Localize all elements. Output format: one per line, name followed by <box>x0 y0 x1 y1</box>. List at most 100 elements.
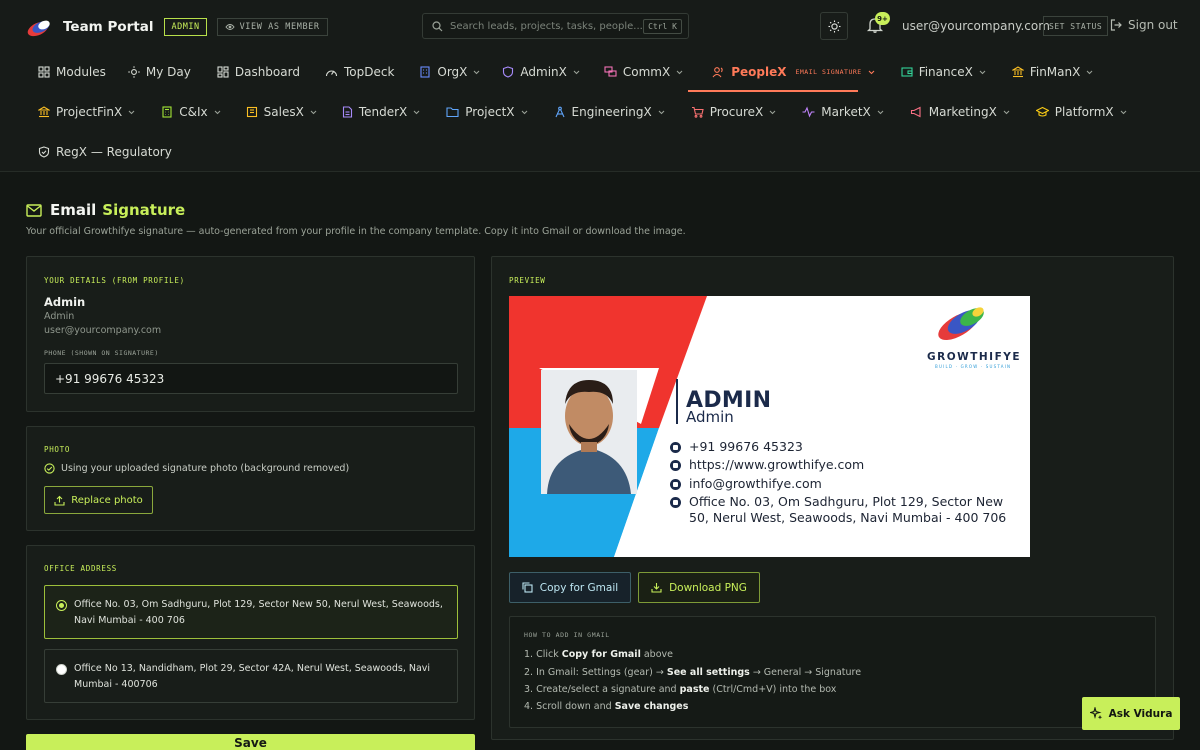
bank-icon <box>38 106 50 118</box>
nav-item-engineeringx[interactable]: EngineeringX <box>554 101 665 123</box>
copy-for-gmail-button[interactable]: Copy for Gmail <box>509 572 631 603</box>
address-option-text: Office No 13, Nandidham, Plot 29, Sector… <box>74 663 431 690</box>
phone-label: PHONE (SHOWN ON SIGNATURE) <box>44 349 159 357</box>
nav-item-label: EngineeringX <box>571 105 652 119</box>
ask-vidura-button[interactable]: Ask Vidura <box>1082 697 1180 730</box>
compass-icon <box>555 106 565 118</box>
cart-icon <box>691 106 704 118</box>
view-as-member-button[interactable]: VIEW AS MEMBER <box>216 18 328 36</box>
nav-item-label: SalesX <box>263 105 304 119</box>
step-text: → General → Signature <box>749 667 862 678</box>
nav-item-label: PlatformX <box>1054 105 1114 119</box>
address-option[interactable]: Office No 13, Nandidham, Plot 29, Sector… <box>44 649 458 703</box>
nav-item-dashboard[interactable]: Dashboard <box>217 61 300 83</box>
step-text: 2. In Gmail: Settings (gear) → <box>524 667 667 678</box>
chevron-down-icon <box>877 110 884 114</box>
nav-item-my-day[interactable]: My Day <box>128 61 191 83</box>
logout-icon <box>1110 19 1122 31</box>
mail-icon <box>26 203 42 217</box>
nav-item-topdeck[interactable]: TopDeck <box>325 61 394 83</box>
chevron-down-icon <box>1003 110 1010 114</box>
nav-item-finmanx[interactable]: FinManX <box>1011 61 1094 83</box>
nav-item-tenderx[interactable]: TenderX <box>342 101 420 123</box>
chevron-down-icon <box>769 110 776 114</box>
nav-item-orgx[interactable]: OrgX <box>419 61 480 83</box>
company-tagline: BUILD · GROW · SUSTAIN <box>935 364 1012 369</box>
how-to-step-3: 3. Create/select a signature and paste (… <box>524 684 836 695</box>
sign-out-button[interactable]: Sign out <box>1110 18 1178 32</box>
radio-unselected[interactable] <box>56 664 67 675</box>
profile-name: Admin <box>44 295 86 309</box>
search-bar[interactable]: Search leads, projects, tasks, people...… <box>422 13 689 39</box>
chevron-down-icon <box>521 110 527 114</box>
nav-item-modules[interactable]: Modules <box>38 61 106 83</box>
nav-item-label: FinanceX <box>918 65 973 79</box>
preview-panel: PREVIEW GROWTHIFYE BUILD · GROW · SUSTAI… <box>491 256 1174 740</box>
nav-item-label: FinManX <box>1029 65 1081 79</box>
download-png-label: Download PNG <box>669 581 747 594</box>
nav-item-adminx[interactable]: AdminX <box>502 61 580 83</box>
how-to-gmail-box: HOW TO ADD IN GMAIL 1. Click Copy for Gm… <box>509 616 1156 728</box>
nav-item-financex[interactable]: FinanceX <box>901 61 986 83</box>
nav-item-marketingx[interactable]: MarketingX <box>910 101 1010 123</box>
chevron-down-icon <box>1086 70 1093 74</box>
shield-icon <box>503 66 514 78</box>
nav-item-label: My Day <box>145 65 191 79</box>
phone-input[interactable]: +91 99676 45323 <box>44 363 458 394</box>
download-png-button[interactable]: Download PNG <box>638 572 760 603</box>
nav-item-projectfinx[interactable]: ProjectFinX <box>38 101 135 123</box>
nav-item-label: TopDeck <box>343 65 395 79</box>
section-label: YOUR DETAILS (FROM PROFILE) <box>44 276 185 285</box>
nav-item-projectx[interactable]: ProjectX <box>446 101 527 123</box>
chat-icon <box>604 66 617 77</box>
signature-phone: +91 99676 45323 <box>670 439 803 455</box>
section-label: PREVIEW <box>509 276 546 285</box>
details-panel: YOUR DETAILS (FROM PROFILE) Admin Admin … <box>26 256 475 412</box>
search-icon <box>432 20 443 31</box>
signature-email-text: info@growthifye.com <box>689 476 822 491</box>
step-bold: Save changes <box>614 701 689 712</box>
nav-item-regx[interactable]: RegX — Regulatory <box>38 141 172 163</box>
address-option[interactable]: Office No. 03, Om Sadhguru, Plot 129, Se… <box>44 585 458 639</box>
save-button[interactable]: Save <box>26 734 475 750</box>
radio-selected[interactable] <box>56 600 67 611</box>
view-as-member-label: VIEW AS MEMBER <box>239 22 320 32</box>
nav-row-1: Modules My Day Dashboard TopDeck OrgX Ad… <box>38 61 1093 83</box>
brand-name: Team Portal <box>63 19 154 35</box>
nav-item-commx[interactable]: CommX <box>604 61 683 83</box>
nav-item-cix[interactable]: C&Ix <box>161 101 221 123</box>
brand[interactable]: Team Portal ADMIN VIEW AS MEMBER <box>26 14 328 40</box>
logo-icon <box>27 20 50 37</box>
growthifye-logo-icon <box>938 307 984 340</box>
step-bold: paste <box>679 684 710 695</box>
page-title-primary: Email <box>50 201 97 219</box>
save-label: Save <box>234 736 267 750</box>
replace-photo-button[interactable]: Replace photo <box>44 486 153 514</box>
set-status-button[interactable]: SET STATUS <box>1043 16 1109 36</box>
step-text: (Ctrl/Cmd+V) into the box <box>709 684 837 695</box>
nav-item-procurex[interactable]: ProcureX <box>691 101 777 123</box>
upload-icon <box>54 495 65 506</box>
calculator-icon <box>162 106 172 118</box>
nav-item-label: ProjectFinX <box>56 105 123 119</box>
theme-toggle-button[interactable] <box>820 12 848 40</box>
nav-item-marketx[interactable]: MarketX <box>802 101 884 123</box>
user-email[interactable]: user@yourcompany.com <box>902 19 1050 33</box>
nav-item-label: C&Ix <box>179 105 208 119</box>
search-input[interactable]: Search leads, projects, tasks, people... <box>450 21 643 32</box>
nav-item-label: TenderX <box>358 105 408 119</box>
replace-photo-label: Replace photo <box>71 494 143 506</box>
nav-item-salesx[interactable]: SalesX <box>246 101 317 123</box>
page-title: Email Signature <box>26 200 185 220</box>
receipt-icon <box>246 106 257 118</box>
search-shortcut: Ctrl K <box>643 18 682 34</box>
nav-item-platformx[interactable]: PlatformX <box>1035 101 1127 123</box>
nav-item-label: PeopleX <box>731 65 787 79</box>
step-text: 3. Create/select a signature and <box>524 684 680 695</box>
document-icon <box>342 106 352 118</box>
phone-icon <box>670 442 681 453</box>
nav-item-peoplex[interactable]: PeopleX EMAIL SIGNATURE <box>712 61 875 83</box>
nav-item-label: AdminX <box>520 65 567 79</box>
shield-check-icon <box>38 146 50 158</box>
how-to-step-2: 2. In Gmail: Settings (gear) → See all s… <box>524 667 861 678</box>
